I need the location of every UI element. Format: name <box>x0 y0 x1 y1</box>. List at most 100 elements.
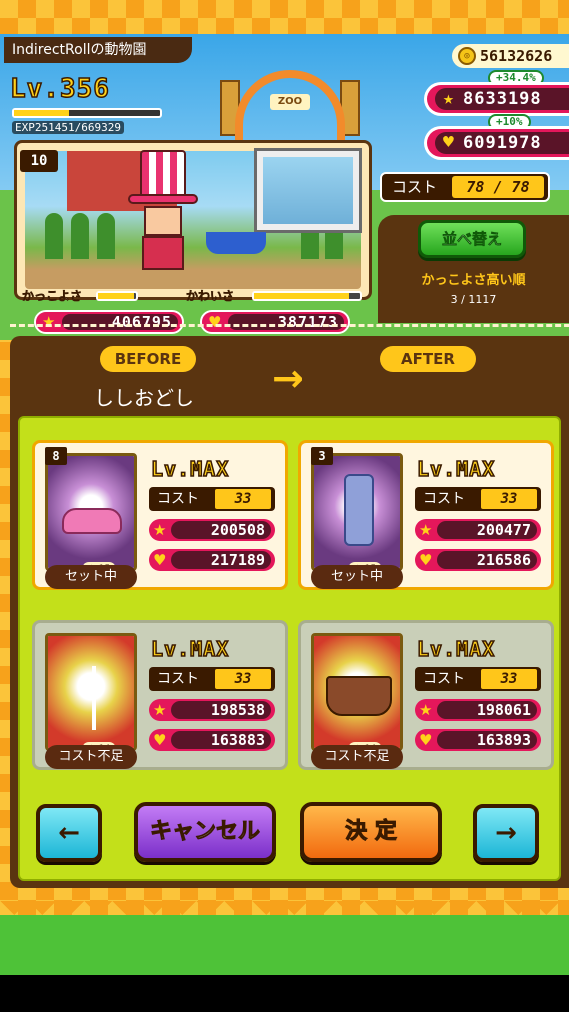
star-icon: ★ <box>419 521 433 539</box>
cost-label: コスト <box>392 178 438 196</box>
wheelbarrow <box>206 232 266 254</box>
coin-value: 56132626 <box>480 47 553 65</box>
item-cost: コスト 33 <box>415 667 541 691</box>
cost-value: 78 / 78 <box>452 176 544 198</box>
plant <box>97 213 115 259</box>
status-tag: コスト不足 <box>45 745 137 769</box>
item-thumbnail-pirate-ship: ★ 14 <box>311 633 403 751</box>
before-label: BEFORE <box>100 346 196 372</box>
bottom-grass-decoration <box>0 901 569 975</box>
item-card[interactable]: ★ 14 コスト不足 Lv.MAX コスト33 ★198538 ♥163883 <box>32 620 288 770</box>
star-icon: ★ <box>42 313 56 331</box>
item-coolness: ★ 200477 <box>415 519 541 541</box>
item-cuteness-value: 163883 <box>171 731 271 749</box>
status-tag: セット中 <box>311 565 403 589</box>
character-body <box>142 236 184 270</box>
item-coolness: ★ 200508 <box>149 519 275 541</box>
gate-label: ZOO <box>270 94 310 110</box>
zoo-gate: ZOO <box>220 64 360 140</box>
character-coolness: ★ 406795 <box>34 310 184 334</box>
cost-display: コスト 78 / 78 <box>380 172 550 202</box>
item-thumbnail-cell-phone: ★ 15 <box>311 453 403 571</box>
item-level-max: Lv.MAX <box>150 636 230 662</box>
cuteness-bar <box>252 291 362 301</box>
item-cuteness-value: 163893 <box>437 731 537 749</box>
item-thumbnail-pink-car: ★ 15 <box>45 453 137 571</box>
total-coolness-value: 8633198 <box>463 89 542 109</box>
item-cuteness: ♥ 163883 <box>149 729 275 751</box>
total-cuteness: ♥ 6091978 <box>424 126 569 160</box>
item-cost-value: 33 <box>481 669 537 689</box>
current-item-name: ししおどし <box>94 386 194 410</box>
sort-button[interactable]: 並べ替え <box>418 220 526 258</box>
cuteness-label: かわいさ <box>186 289 235 304</box>
zookeeper-character <box>128 150 198 270</box>
total-coolness: ★ 8633198 <box>424 82 569 116</box>
previous-page-button[interactable]: ← <box>36 804 102 862</box>
cancel-button[interactable]: キャンセル <box>134 802 276 862</box>
item-coolness: ★ 198061 <box>415 699 541 721</box>
status-tag: セット中 <box>45 565 137 589</box>
heart-icon: ♥ <box>153 551 167 569</box>
dashed-divider <box>10 324 569 327</box>
item-cost-value: 33 <box>215 669 271 689</box>
item-cuteness-value: 217189 <box>171 551 271 569</box>
striped-hat <box>140 150 186 200</box>
star-icon: ★ <box>419 701 433 719</box>
item-card[interactable]: ★ 14 コスト不足 Lv.MAX コスト33 ★198061 ♥163893 <box>298 620 554 770</box>
star-icon: ★ <box>443 88 455 109</box>
status-tag: コスト不足 <box>311 745 403 769</box>
item-cuteness-value: 216586 <box>437 551 537 569</box>
character-number: 10 <box>20 150 58 172</box>
coolness-bar-fill <box>98 293 135 299</box>
coin-counter: ◎ 56132626 <box>452 44 569 68</box>
after-label: AFTER <box>380 346 476 372</box>
game-screen: IndirectRollの動物園 Lv.356 EXP251451/669329… <box>0 0 569 975</box>
exp-text: EXP251451/669329 <box>12 121 124 134</box>
sort-order-label: かっこよさ高い順 <box>421 273 526 288</box>
cell-phone-icon <box>344 474 374 546</box>
character-cuteness-value: 387173 <box>228 314 344 330</box>
next-page-button[interactable]: → <box>473 804 539 862</box>
item-cost: コスト 33 <box>415 487 541 511</box>
item-coolness-value: 198061 <box>437 701 537 719</box>
heart-icon: ♥ <box>419 731 433 749</box>
star-icon: ★ <box>153 521 167 539</box>
star-icon: ★ <box>153 701 167 719</box>
item-coolness-value: 198538 <box>171 701 271 719</box>
pirate-ship-icon <box>326 676 392 716</box>
plant <box>71 213 89 259</box>
wind-turbine-icon <box>92 666 96 730</box>
item-card[interactable]: ★ 15 3 セット中 Lv.MAX コスト33 ★200477 ♥216586 <box>298 440 554 590</box>
cuteness-bar-fill <box>254 293 350 299</box>
confirm-button[interactable]: 決 定 <box>300 802 442 862</box>
heart-icon: ♥ <box>208 313 222 331</box>
coolness-label: かっこよさ <box>22 289 83 304</box>
pink-car-icon <box>62 508 122 534</box>
character-coolness-value: 406795 <box>62 314 178 330</box>
item-level-max: Lv.MAX <box>150 456 230 482</box>
item-thumbnail-wind-turbine: ★ 14 <box>45 633 137 751</box>
heart-icon: ♥ <box>443 132 455 153</box>
plant <box>45 213 63 259</box>
item-cuteness: ♥ 216586 <box>415 549 541 571</box>
item-level-max: Lv.MAX <box>416 636 496 662</box>
item-level-max: Lv.MAX <box>416 456 496 482</box>
item-coolness-value: 200508 <box>171 521 271 539</box>
coin-icon: ◎ <box>458 47 476 65</box>
item-coolness-value: 200477 <box>437 521 537 539</box>
heart-icon: ♥ <box>419 551 433 569</box>
item-number: 8 <box>45 447 67 465</box>
exp-bar-fill <box>14 110 70 116</box>
item-coolness: ★ 198538 <box>149 699 275 721</box>
zoo-name: IndirectRollの動物園 <box>4 37 192 63</box>
exp-bar <box>12 108 162 118</box>
item-card[interactable]: ★ 15 8 セット中 Lv.MAX コスト33 ★200508 ♥217189 <box>32 440 288 590</box>
coolness-bar <box>96 291 138 301</box>
item-cost-value: 33 <box>215 489 271 509</box>
player-level: Lv.356 <box>9 73 160 105</box>
item-number: 3 <box>311 447 333 465</box>
item-swap-dialog: BEFORE AFTER ししおどし → ★ 15 8 セット中 Lv.MAX … <box>10 324 569 888</box>
item-cost: コスト 33 <box>149 667 275 691</box>
item-cost: コスト 33 <box>149 487 275 511</box>
